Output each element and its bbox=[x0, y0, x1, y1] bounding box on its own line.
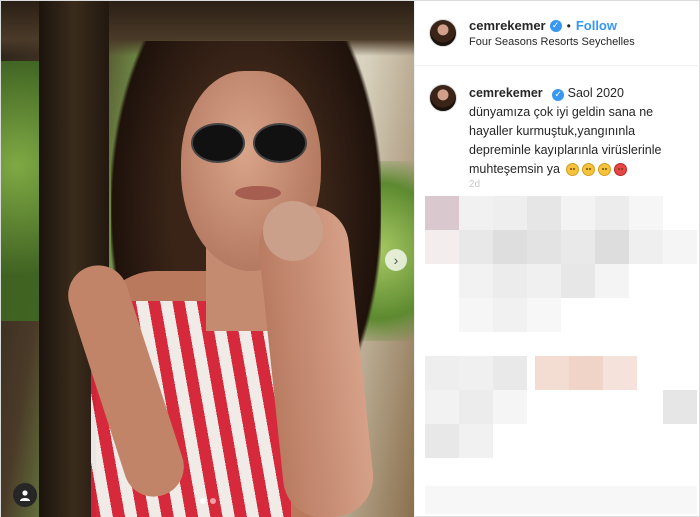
post-photo[interactable]: › bbox=[1, 1, 414, 517]
avatar[interactable] bbox=[429, 19, 457, 47]
carousel-indicator bbox=[200, 498, 216, 504]
caption-emojis bbox=[565, 163, 627, 177]
follow-button[interactable]: Follow bbox=[576, 18, 617, 33]
tired-face-emoji-icon bbox=[581, 163, 595, 177]
user-tag-icon bbox=[20, 490, 30, 501]
pouting-face-emoji-icon bbox=[613, 163, 627, 177]
persevering-face-emoji-icon bbox=[565, 163, 579, 177]
disappointed-face-emoji-icon bbox=[597, 163, 611, 177]
pixelated-comments-area bbox=[425, 196, 700, 517]
verified-badge-icon: ✓ bbox=[549, 19, 562, 32]
next-image-button[interactable]: › bbox=[385, 249, 407, 271]
background-foliage bbox=[1, 61, 39, 321]
location-link[interactable]: Four Seasons Resorts Seychelles bbox=[469, 36, 635, 48]
caption-username-link[interactable]: cemrekemer bbox=[469, 86, 543, 100]
post-modal: › cemrekemer ✓ • Follow Four Seasons Res… bbox=[0, 0, 700, 517]
carousel-dot bbox=[210, 498, 216, 504]
person-lips bbox=[235, 186, 281, 200]
person-hand bbox=[263, 201, 323, 261]
caption-avatar[interactable] bbox=[429, 84, 457, 112]
sunglasses bbox=[187, 119, 311, 163]
chevron-right-icon: › bbox=[393, 251, 399, 268]
separator-dot: • bbox=[566, 18, 571, 33]
caption-block: cemrekemer ✓ Saol 2020 dünyamıza çok iyi… bbox=[415, 66, 700, 179]
user-tag-button[interactable] bbox=[13, 483, 37, 507]
post-header: cemrekemer ✓ • Follow Four Seasons Resor… bbox=[415, 1, 700, 66]
post-sidebar: cemrekemer ✓ • Follow Four Seasons Resor… bbox=[414, 1, 700, 517]
post-timestamp: 2d bbox=[469, 179, 481, 190]
username-link[interactable]: cemrekemer bbox=[469, 18, 546, 33]
verified-badge-icon: ✓ bbox=[552, 88, 565, 101]
carousel-dot-active bbox=[200, 498, 206, 504]
